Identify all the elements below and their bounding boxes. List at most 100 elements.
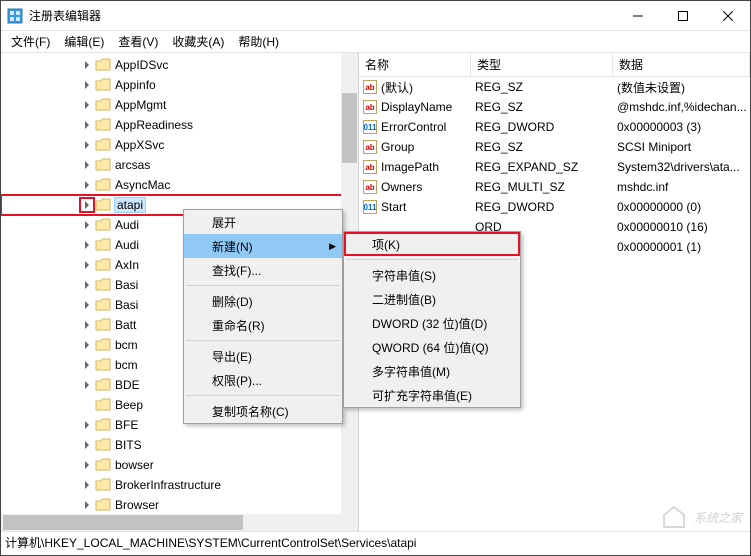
- folder-icon: [95, 258, 111, 272]
- list-row[interactable]: abDisplayNameREG_SZ@mshdc.inf,%idechan..…: [359, 97, 750, 117]
- expander-icon[interactable]: [81, 219, 93, 231]
- maximize-button[interactable]: [660, 1, 705, 31]
- folder-icon: [95, 318, 111, 332]
- ctx-rename[interactable]: 重命名(R): [184, 313, 342, 337]
- tree-node[interactable]: Browser: [1, 495, 358, 515]
- titlebar: 注册表编辑器: [1, 1, 750, 31]
- tree-node[interactable]: AsyncMac: [1, 175, 358, 195]
- tree-node[interactable]: bowser: [1, 455, 358, 475]
- value-data: (数值未设置): [613, 79, 750, 96]
- tree-node[interactable]: AppXSvc: [1, 135, 358, 155]
- tree-node-label: Browser: [115, 498, 159, 512]
- ctx-new-expandstring[interactable]: 可扩充字符串值(E): [344, 383, 520, 407]
- expander-icon[interactable]: [81, 439, 93, 451]
- value-data: 0x00000001 (1): [613, 240, 750, 254]
- list-row[interactable]: 011ErrorControlREG_DWORD0x00000003 (3): [359, 117, 750, 137]
- value-data: 0x00000000 (0): [613, 200, 750, 214]
- expander-icon[interactable]: [81, 239, 93, 251]
- menu-favorites[interactable]: 收藏夹(A): [166, 31, 230, 52]
- ctx-delete[interactable]: 删除(D): [184, 289, 342, 313]
- list-row[interactable]: ab(默认)REG_SZ(数值未设置): [359, 77, 750, 97]
- tree-node[interactable]: arcsas: [1, 155, 358, 175]
- list-row[interactable]: 011StartREG_DWORD0x00000000 (0): [359, 197, 750, 217]
- tree-node[interactable]: AppIDSvc: [1, 55, 358, 75]
- ctx-permissions[interactable]: 权限(P)...: [184, 368, 342, 392]
- tree-node-label: BDE: [115, 378, 140, 392]
- ctx-new-dword[interactable]: DWORD (32 位)值(D): [344, 311, 520, 335]
- value-type: REG_SZ: [471, 100, 613, 114]
- column-data[interactable]: 数据: [613, 53, 750, 76]
- expander-icon[interactable]: [81, 359, 93, 371]
- column-name[interactable]: 名称: [359, 53, 471, 76]
- list-row[interactable]: abGroupREG_SZSCSI Miniport: [359, 137, 750, 157]
- tree-node[interactable]: AppReadiness: [1, 115, 358, 135]
- list-row[interactable]: abOwnersREG_MULTI_SZmshdc.inf: [359, 177, 750, 197]
- ctx-new-string[interactable]: 字符串值(S): [344, 263, 520, 287]
- expander-icon[interactable]: [81, 119, 93, 131]
- expander-icon[interactable]: [81, 259, 93, 271]
- context-separator: [186, 285, 340, 286]
- expander-icon[interactable]: [81, 299, 93, 311]
- expander-icon[interactable]: [81, 179, 93, 191]
- window-title: 注册表编辑器: [29, 7, 615, 24]
- value-type: REG_DWORD: [471, 120, 613, 134]
- ctx-new[interactable]: 新建(N)▶: [184, 234, 342, 258]
- expander-icon[interactable]: [81, 139, 93, 151]
- string-value-icon: ab: [363, 140, 377, 154]
- binary-value-icon: 011: [363, 200, 377, 214]
- app-icon: [7, 8, 23, 24]
- expander-icon[interactable]: [81, 99, 93, 111]
- tree-node[interactable]: Appinfo: [1, 75, 358, 95]
- ctx-find[interactable]: 查找(F)...: [184, 258, 342, 282]
- folder-icon: [95, 338, 111, 352]
- expander-icon[interactable]: [81, 459, 93, 471]
- list-row[interactable]: abImagePathREG_EXPAND_SZSystem32\drivers…: [359, 157, 750, 177]
- expander-icon[interactable]: [81, 339, 93, 351]
- minimize-button[interactable]: [615, 1, 660, 31]
- expander-icon[interactable]: [81, 279, 93, 291]
- folder-icon: [95, 98, 111, 112]
- expander-icon[interactable]: [81, 419, 93, 431]
- folder-icon: [95, 118, 111, 132]
- ctx-new-qword[interactable]: QWORD (64 位)值(Q): [344, 335, 520, 359]
- ctx-new-key[interactable]: 项(K): [344, 232, 520, 256]
- expander-icon[interactable]: [81, 379, 93, 391]
- value-type: REG_SZ: [471, 140, 613, 154]
- ctx-new-multistring[interactable]: 多字符串值(M): [344, 359, 520, 383]
- value-name: DisplayName: [381, 100, 452, 114]
- column-type[interactable]: 类型: [471, 53, 613, 76]
- tree-node-label: bcm: [115, 338, 138, 352]
- ctx-export[interactable]: 导出(E): [184, 344, 342, 368]
- tree-node-label: AppXSvc: [115, 138, 164, 152]
- expander-icon[interactable]: [81, 159, 93, 171]
- close-button[interactable]: [705, 1, 750, 31]
- expander-icon[interactable]: [81, 499, 93, 511]
- list-header: 名称 类型 数据: [359, 53, 750, 77]
- menu-file[interactable]: 文件(F): [5, 31, 56, 52]
- ctx-copykey[interactable]: 复制项名称(C): [184, 399, 342, 423]
- ctx-new-binary[interactable]: 二进制值(B): [344, 287, 520, 311]
- value-data: SCSI Miniport: [613, 140, 750, 154]
- value-type: REG_SZ: [471, 80, 613, 94]
- folder-icon: [95, 138, 111, 152]
- value-data: System32\drivers\ata...: [613, 160, 750, 174]
- value-data: 0x00000003 (3): [613, 120, 750, 134]
- expander-icon[interactable]: [81, 79, 93, 91]
- expander-icon[interactable]: [81, 59, 93, 71]
- tree-scrollbar-horizontal[interactable]: [1, 514, 358, 531]
- tree-node-label: AsyncMac: [115, 178, 170, 192]
- expander-icon[interactable]: [81, 479, 93, 491]
- menu-view[interactable]: 查看(V): [112, 31, 164, 52]
- menu-edit[interactable]: 编辑(E): [58, 31, 110, 52]
- folder-icon: [95, 278, 111, 292]
- menu-help[interactable]: 帮助(H): [232, 31, 285, 52]
- value-data: @mshdc.inf,%idechan...: [613, 100, 750, 114]
- expander-icon[interactable]: [81, 319, 93, 331]
- expander-icon[interactable]: [81, 199, 93, 211]
- tree-node[interactable]: BrokerInfrastructure: [1, 475, 358, 495]
- ctx-expand[interactable]: 展开: [184, 210, 342, 234]
- tree-node[interactable]: AppMgmt: [1, 95, 358, 115]
- tree-node[interactable]: BITS: [1, 435, 358, 455]
- tree-node-label: AxIn: [115, 258, 139, 272]
- tree-node-label: arcsas: [115, 158, 150, 172]
